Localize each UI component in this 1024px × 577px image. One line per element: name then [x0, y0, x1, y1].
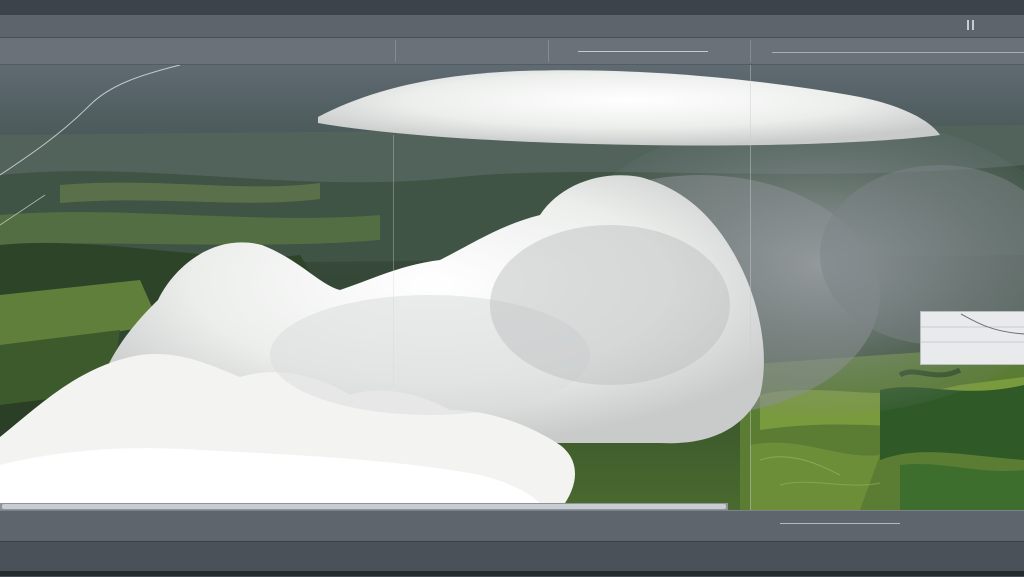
- horizontal-scrollbar[interactable]: [0, 503, 728, 510]
- viewport-divider[interactable]: [750, 65, 751, 510]
- window-bottom-edge: [0, 571, 1024, 576]
- toolbar: [0, 38, 1024, 65]
- window-control-icon[interactable]: [966, 19, 976, 31]
- terrain-scene: [0, 65, 1024, 510]
- toolbar-divider: [395, 40, 396, 62]
- map-viewport[interactable]: [0, 65, 1024, 510]
- scrollbar-thumb[interactable]: [2, 504, 726, 509]
- title-bar: [0, 0, 1024, 16]
- toolbar-ruler: [772, 52, 1024, 53]
- viewport-guide-line: [393, 135, 394, 385]
- status-ruler: [780, 523, 900, 524]
- toolbar-divider: [548, 40, 549, 62]
- inset-panel[interactable]: [920, 311, 1024, 365]
- menu-bar: [0, 15, 1024, 38]
- status-strip: [0, 510, 1024, 541]
- toolbar-divider: [750, 40, 751, 62]
- toolbar-slider-track[interactable]: [578, 51, 708, 52]
- inset-graph-icon: [921, 313, 1024, 343]
